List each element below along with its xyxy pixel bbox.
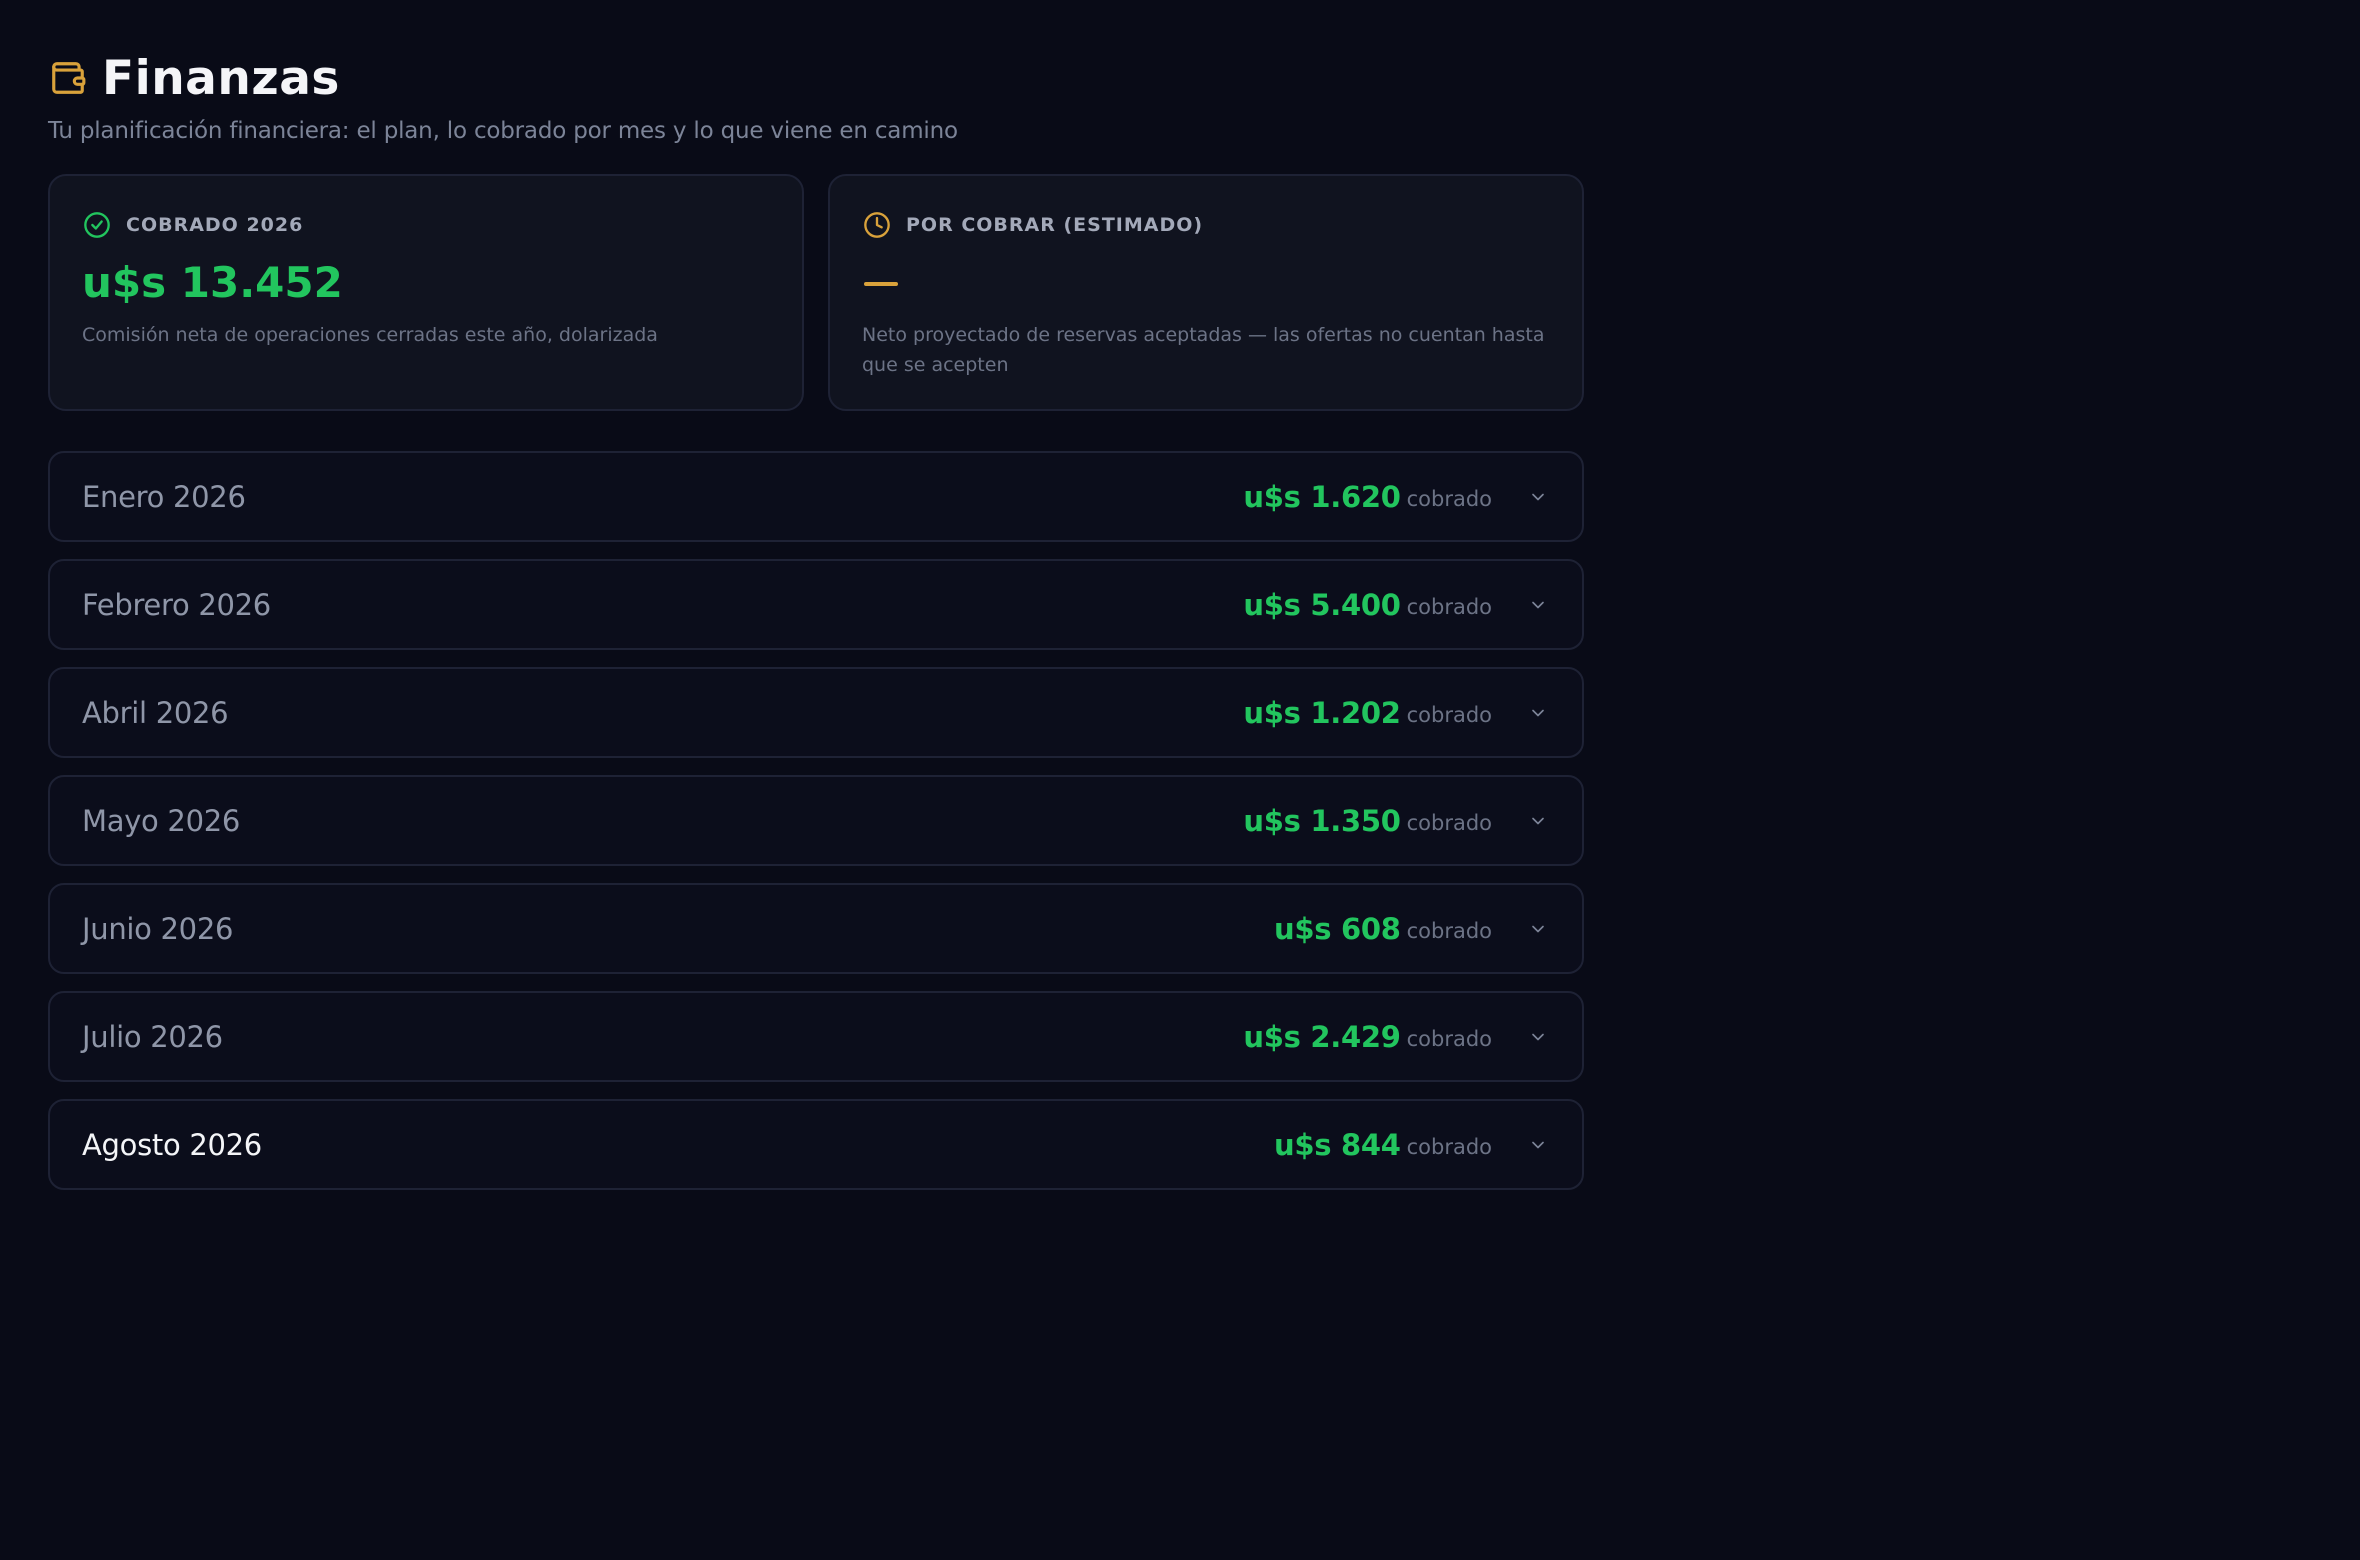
check-circle-icon — [82, 210, 112, 240]
pending-description: Neto proyectado de reservas aceptadas — … — [862, 324, 1545, 376]
month-row-febrero[interactable]: Febrero 2026 u$s 5.400 cobrado — [48, 559, 1584, 650]
pending-card: POR COBRAR (ESTIMADO) Neto proyectado de… — [828, 174, 1584, 411]
month-row-agosto[interactable]: Agosto 2026 u$s 844 cobrado — [48, 1099, 1584, 1190]
month-amount-suffix: cobrado — [1406, 594, 1492, 619]
month-row-enero[interactable]: Enero 2026 u$s 1.620 cobrado — [48, 451, 1584, 542]
chevron-down-icon[interactable] — [1526, 485, 1550, 509]
pending-card-header: POR COBRAR (ESTIMADO) — [862, 210, 1550, 240]
collected-description: Comisión neta de operaciones cerradas es… — [82, 324, 658, 346]
month-amount: u$s 1.350 — [1243, 803, 1401, 838]
month-name: Agosto 2026 — [82, 1127, 262, 1162]
chevron-down-icon[interactable] — [1526, 701, 1550, 725]
pending-label: POR COBRAR (ESTIMADO) — [906, 214, 1204, 236]
month-amount-suffix: cobrado — [1406, 1026, 1492, 1051]
month-amount-suffix: cobrado — [1406, 810, 1492, 835]
wallet-icon — [48, 58, 88, 98]
chevron-down-icon[interactable] — [1526, 809, 1550, 833]
month-amount-suffix: cobrado — [1406, 702, 1492, 727]
month-amount: u$s 1.620 — [1243, 479, 1401, 514]
month-row-mayo[interactable]: Mayo 2026 u$s 1.350 cobrado — [48, 775, 1584, 866]
month-amount-suffix: cobrado — [1406, 918, 1492, 943]
chevron-down-icon[interactable] — [1526, 593, 1550, 617]
month-name: Junio 2026 — [82, 911, 234, 946]
month-amount: u$s 5.400 — [1243, 587, 1401, 622]
month-name: Febrero 2026 — [82, 587, 271, 622]
month-row-junio[interactable]: Junio 2026 u$s 608 cobrado — [48, 883, 1584, 974]
chevron-down-icon[interactable] — [1526, 1025, 1550, 1049]
month-amount-suffix: cobrado — [1406, 1134, 1492, 1159]
month-name: Mayo 2026 — [82, 803, 241, 838]
clock-icon — [862, 210, 892, 240]
month-amount: u$s 608 — [1273, 911, 1401, 946]
chevron-down-icon[interactable] — [1526, 1133, 1550, 1157]
month-row-julio[interactable]: Julio 2026 u$s 2.429 cobrado — [48, 991, 1584, 1082]
finance-page: Finanzas Tu planificación financiera: el… — [48, 48, 1584, 1190]
page-title: Finanzas — [102, 50, 340, 106]
month-amount: u$s 2.429 — [1243, 1019, 1401, 1054]
month-name: Julio 2026 — [82, 1019, 223, 1054]
collected-card: COBRADO 2026 u$s 13.452 Comisión neta de… — [48, 174, 804, 411]
month-list: Enero 2026 u$s 1.620 cobrado Febrero 202… — [48, 451, 1584, 1190]
collected-card-header: COBRADO 2026 — [82, 210, 770, 240]
pending-value — [862, 258, 1550, 308]
month-amount: u$s 844 — [1273, 1127, 1401, 1162]
collected-label: COBRADO 2026 — [126, 214, 304, 236]
month-name: Abril 2026 — [82, 695, 229, 730]
empty-value-dash — [864, 282, 898, 286]
page-subtitle: Tu planificación financiera: el plan, lo… — [48, 118, 958, 144]
summary-cards: COBRADO 2026 u$s 13.452 Comisión neta de… — [48, 174, 1584, 411]
month-name: Enero 2026 — [82, 479, 246, 514]
month-row-abril[interactable]: Abril 2026 u$s 1.202 cobrado — [48, 667, 1584, 758]
chevron-down-icon[interactable] — [1526, 917, 1550, 941]
page-header: Finanzas — [48, 48, 1584, 108]
month-amount: u$s 1.202 — [1243, 695, 1401, 730]
collected-value: u$s 13.452 — [82, 258, 343, 307]
month-amount-suffix: cobrado — [1406, 486, 1492, 511]
